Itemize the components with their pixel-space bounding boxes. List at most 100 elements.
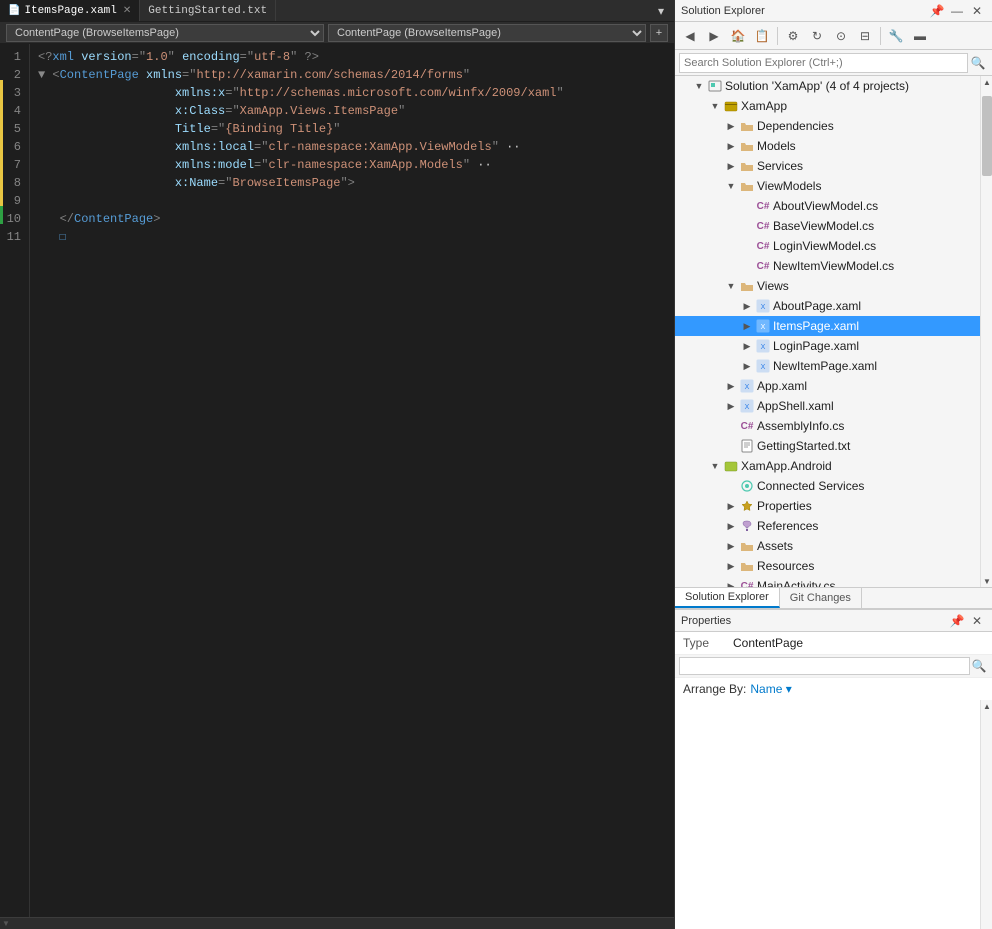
tab-solution-explorer[interactable]: Solution Explorer [675, 588, 780, 608]
arrange-by-label: Arrange By: [683, 682, 746, 696]
expand-newitemviewmodel [739, 258, 755, 274]
back-button[interactable]: ◀ [679, 25, 701, 47]
expand-models[interactable] [723, 138, 739, 154]
tab-close-itemspage[interactable]: ✕ [123, 5, 131, 17]
expand-newitempage[interactable] [739, 358, 755, 374]
tree-item-newitempage[interactable]: X NewItemPage.xaml [675, 356, 980, 376]
expand-appshell[interactable] [723, 398, 739, 414]
tab-git-changes[interactable]: Git Changes [780, 588, 862, 608]
breadcrumb-left[interactable]: ContentPage (BrowseItemsPage) [6, 24, 324, 42]
tree-item-services[interactable]: Services [675, 156, 980, 176]
expand-dependencies[interactable] [723, 118, 739, 134]
project-icon [723, 98, 739, 114]
expand-assets[interactable] [723, 538, 739, 554]
tree-item-viewmodels[interactable]: ViewModels [675, 176, 980, 196]
tree-item-xamapp[interactable]: XamApp [675, 96, 980, 116]
expand-resources[interactable] [723, 558, 739, 574]
tree-item-properties[interactable]: Properties [675, 496, 980, 516]
references-icon [739, 518, 755, 534]
tree-item-baseviewmodel[interactable]: C# BaseViewModel.cs [675, 216, 980, 236]
refresh-button[interactable]: ↻ [806, 25, 828, 47]
tree-item-assemblyinfo[interactable]: C# AssemblyInfo.cs [675, 416, 980, 436]
editor-scrollbar-horizontal[interactable] [0, 917, 674, 929]
solution-explorer-tab-label: Solution Explorer [685, 591, 769, 603]
collapse-all-button[interactable]: ⊟ [854, 25, 876, 47]
tree-item-dependencies[interactable]: Dependencies [675, 116, 980, 136]
settings-button[interactable]: 🔧 [885, 25, 907, 47]
tab-itemspage[interactable]: 📄 ItemsPage.xaml ✕ [0, 0, 140, 21]
dropdown-arrow-icon[interactable]: ▾ [652, 2, 670, 20]
expand-references[interactable] [723, 518, 739, 534]
expand-aboutpage[interactable] [739, 298, 755, 314]
properties-button[interactable]: 📋 [751, 25, 773, 47]
tree-item-references[interactable]: References [675, 516, 980, 536]
tree-item-itemspage[interactable]: X ItemsPage.xaml [675, 316, 980, 336]
home-button[interactable]: 🏠 [727, 25, 749, 47]
scrollbar-thumb[interactable] [982, 96, 992, 176]
tree-item-loginpage[interactable]: X LoginPage.xaml [675, 336, 980, 356]
properties-pin-icon[interactable]: 📌 [948, 612, 966, 630]
expand-android[interactable] [707, 458, 723, 474]
add-editor-button[interactable]: + [650, 24, 668, 42]
forward-button[interactable]: ▶ [703, 25, 725, 47]
pin-icon[interactable]: 📌 [928, 2, 946, 20]
tree-item-views[interactable]: Views [675, 276, 980, 296]
tree-item-resources[interactable]: Resources [675, 556, 980, 576]
tree-item-mainactivity[interactable]: C# MainActivity.cs [675, 576, 980, 587]
properties-header-icons: 📌 ✕ [948, 612, 986, 630]
tree-item-android[interactable]: XamApp.Android [675, 456, 980, 476]
search-button[interactable]: 🔍 [968, 53, 988, 73]
right-panel: Solution Explorer 📌 — ✕ ◀ ▶ 🏠 📋 ⚙ ↻ ⊙ ⊟ … [675, 0, 992, 929]
expand-xamapp[interactable] [707, 98, 723, 114]
tree-item-solution[interactable]: Solution 'XamApp' (4 of 4 projects) [675, 76, 980, 96]
expand-services[interactable] [723, 158, 739, 174]
expand-itemspage[interactable] [739, 318, 755, 334]
properties-search-input[interactable] [679, 657, 970, 675]
close-icon[interactable]: ✕ [968, 2, 986, 20]
expand-viewmodels[interactable] [723, 178, 739, 194]
filter-button[interactable]: ⊙ [830, 25, 852, 47]
pending-changes-button[interactable]: ⚙ [782, 25, 804, 47]
arrange-dropdown-arrow[interactable]: ▾ [786, 682, 792, 696]
tree-item-loginviewmodel[interactable]: C# LoginViewModel.cs [675, 236, 980, 256]
scroll-down-button[interactable]: ▼ [981, 575, 992, 587]
expand-solution[interactable] [691, 78, 707, 94]
tree-item-gettingstarted[interactable]: GettingStarted.txt [675, 436, 980, 456]
tree-item-models[interactable]: Models [675, 136, 980, 156]
scroll-up-button[interactable]: ▲ [981, 76, 992, 88]
code-line-5: Title="{Binding Title}" [30, 120, 674, 138]
tab-gettingstarted[interactable]: GettingStarted.txt [140, 0, 276, 21]
properties-scrollbar[interactable]: ▲ ▼ [980, 700, 992, 929]
expand-loginpage[interactable] [739, 338, 755, 354]
tree-item-appshell[interactable]: X AppShell.xaml [675, 396, 980, 416]
code-content[interactable]: <?xml version="1.0" encoding="utf-8" ?> … [30, 44, 674, 917]
tree-item-app[interactable]: X App.xaml [675, 376, 980, 396]
properties-panel: Properties 📌 ✕ Type ContentPage 🔍 Arrang… [675, 609, 992, 929]
se-scrollbar-vertical[interactable]: ▲ ▼ [980, 76, 992, 587]
views-label: Views [757, 279, 789, 293]
arrange-by-dropdown[interactable]: Name ▾ [750, 682, 791, 696]
tree-item-aboutpage[interactable]: X AboutPage.xaml [675, 296, 980, 316]
expand-views[interactable] [723, 278, 739, 294]
tree-item-newitemviewmodel[interactable]: C# NewItemViewModel.cs [675, 256, 980, 276]
csharp-icon-assembly: C# [739, 418, 755, 434]
tree-item-assets[interactable]: Assets [675, 536, 980, 556]
breadcrumb-right[interactable]: ContentPage (BrowseItemsPage) [328, 24, 646, 42]
properties-search-button[interactable]: 🔍 [970, 657, 988, 675]
props-scroll-down[interactable]: ▼ [0, 917, 12, 929]
minimize-icon[interactable]: — [948, 2, 966, 20]
expand-properties[interactable] [723, 498, 739, 514]
expand-app[interactable] [723, 378, 739, 394]
tree-item-connectedservices[interactable]: Connected Services [675, 476, 980, 496]
tree-item-aboutviewmodel[interactable]: C# AboutViewModel.cs [675, 196, 980, 216]
models-label: Models [757, 139, 796, 153]
search-input[interactable] [679, 53, 968, 73]
toolbar-separator-2 [880, 27, 881, 45]
expand-mainactivity[interactable] [723, 578, 739, 587]
itemspage-label: ItemsPage.xaml [773, 319, 859, 333]
dash-button[interactable]: ▬ [909, 25, 931, 47]
properties-close-icon[interactable]: ✕ [968, 612, 986, 630]
appshell-label: AppShell.xaml [757, 399, 834, 413]
csharp-icon-mainactivity: C# [739, 578, 755, 587]
props-scroll-up[interactable]: ▲ [981, 700, 992, 712]
